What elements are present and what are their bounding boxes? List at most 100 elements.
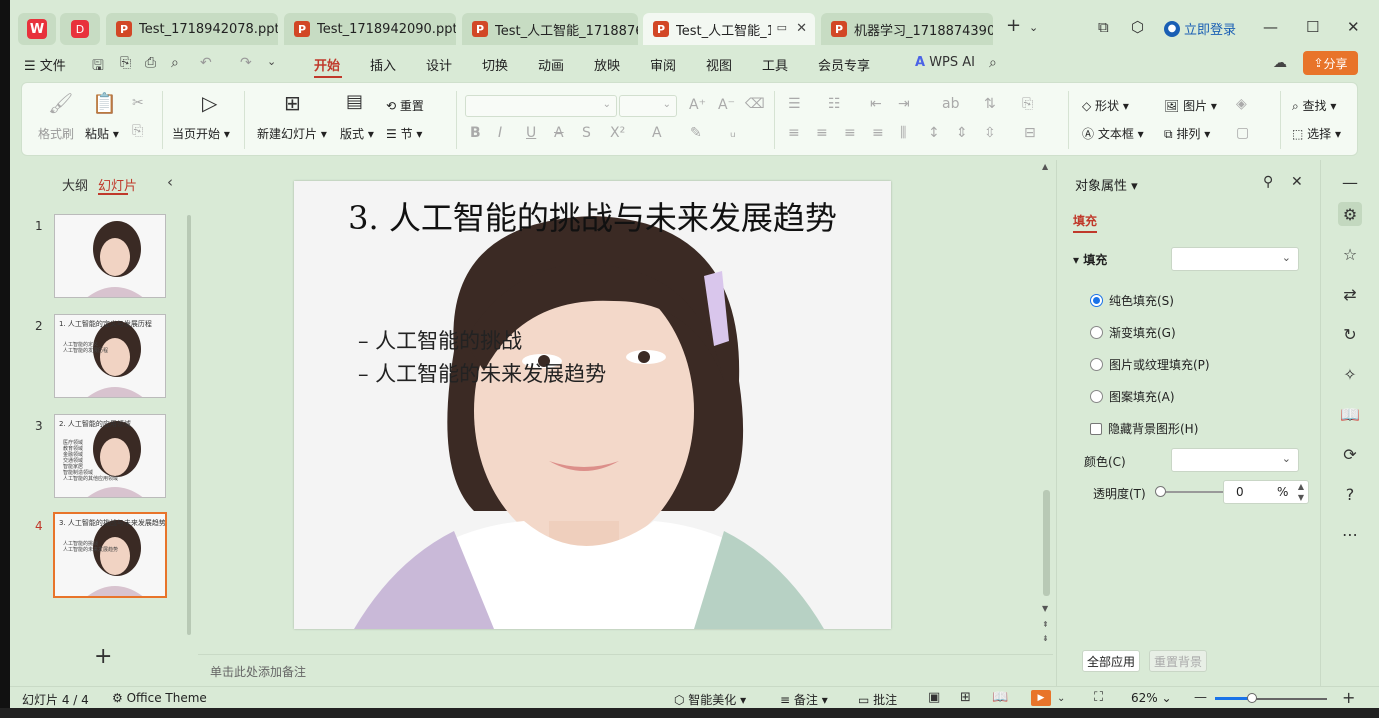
properties-sliders-icon[interactable]: ⚙ <box>1338 202 1362 226</box>
fill-type-select[interactable]: ⌄ <box>1171 247 1299 271</box>
normal-view-icon[interactable]: ▣ <box>928 690 940 705</box>
line-spacing-icon[interactable]: ↕ <box>928 125 940 141</box>
minimize-icon[interactable]: — <box>1263 18 1278 36</box>
slide-bullet-list[interactable]: – 人工智能的挑战 – 人工智能的未来发展趋势 <box>358 325 606 391</box>
slide-thumbnail[interactable] <box>54 214 166 298</box>
align-left-icon[interactable]: ≡ <box>788 125 800 141</box>
scroll-up-arrow-icon[interactable]: ▲ <box>1042 162 1048 171</box>
menu-member[interactable]: 会员专享 <box>818 55 870 74</box>
previous-slide-icon[interactable]: ⇞ <box>1042 620 1049 629</box>
arrange-button[interactable]: ⧉ 排列 ▾ <box>1164 125 1210 142</box>
zoom-out-icon[interactable]: — <box>1194 690 1207 705</box>
transparency-slider-knob[interactable] <box>1155 486 1166 497</box>
slide-title[interactable]: 3. 人工智能的挑战与未来发展趋势 <box>294 195 891 241</box>
select-button[interactable]: ⬚ 选择 ▾ <box>1292 125 1341 142</box>
scroll-down-arrow-icon[interactable]: ▼ <box>1042 604 1048 613</box>
spinner-arrows-icon[interactable]: ▲ ▼ <box>1298 481 1304 503</box>
find-button[interactable]: ⌕ 查找 ▾ <box>1292 97 1336 114</box>
columns-icon[interactable]: ⇳ <box>984 125 996 141</box>
quick-access-chevron-icon[interactable]: ⌄ <box>267 55 276 68</box>
text-direction-icon[interactable]: ab <box>942 96 959 112</box>
more-options-icon[interactable]: ⋯ <box>1338 522 1362 546</box>
notes-button[interactable]: ≡ 备注 ▾ <box>780 691 828 708</box>
play-from-current-button[interactable]: 当页开始 ▾ <box>172 125 230 142</box>
textbox-button[interactable]: Ⓐ 文本框 ▾ <box>1082 125 1144 142</box>
decrease-indent-icon[interactable]: ⇤ <box>870 96 882 112</box>
next-slide-icon[interactable]: ⇟ <box>1042 634 1049 643</box>
superscript-icon[interactable]: X² <box>610 125 625 141</box>
increase-font-icon[interactable]: A⁺ <box>689 97 706 113</box>
document-tab[interactable]: P Test_1718942090.pptx <box>284 13 456 45</box>
theme-button[interactable]: ⚙ Office Theme <box>112 691 207 705</box>
window-layout-icon[interactable]: ⧉ <box>1098 18 1109 36</box>
document-tab-active[interactable]: P Test_人工智能_17 ▭ ✕ <box>643 13 815 45</box>
help-icon[interactable]: ? <box>1338 482 1362 506</box>
bold-icon[interactable]: B <box>470 125 481 141</box>
highlight-icon[interactable]: ✎ <box>690 125 702 141</box>
distributed-icon[interactable]: ⫼ <box>900 125 906 141</box>
color-select[interactable]: ⌄ <box>1171 448 1299 472</box>
login-button[interactable]: ● 立即登录 <box>1164 19 1236 38</box>
wps-ai-button[interactable]: A WPS AI <box>915 55 975 70</box>
underline-icon[interactable]: U <box>526 125 536 141</box>
export-icon[interactable]: ⎘ <box>120 55 131 71</box>
reset-background-button[interactable]: 重置背景 <box>1149 650 1207 672</box>
document-tab[interactable]: P Test_人工智能_17188769 <box>462 13 638 45</box>
cut-icon[interactable]: ✂ <box>132 95 144 111</box>
text-align-box-icon[interactable]: ⊟ <box>1024 125 1036 141</box>
align-center-icon[interactable]: ≡ <box>816 125 828 141</box>
file-menu[interactable]: ☰ 文件 <box>24 55 66 74</box>
zoom-in-icon[interactable]: + <box>1342 688 1355 707</box>
maximize-icon[interactable]: ☐ <box>1306 18 1319 36</box>
fill-section-header[interactable]: ▾ 填充 <box>1073 251 1107 268</box>
format-painter-button[interactable]: 格式刷 <box>38 125 74 142</box>
hide-background-checkbox[interactable]: 隐藏背景图形(H) <box>1090 420 1198 437</box>
monitor-icon[interactable]: ▭ <box>777 21 787 34</box>
zoom-level-dropdown[interactable]: 62% ⌄ <box>1131 691 1172 705</box>
outline-tab[interactable]: 大纲 <box>62 175 88 194</box>
fill-tab[interactable]: 填充 <box>1073 212 1097 229</box>
properties-title-dropdown[interactable]: 对象属性 ▾ <box>1075 175 1138 194</box>
document-tab[interactable]: P Test_1718942078.pptx <box>106 13 278 45</box>
font-size-select[interactable]: ⌄ <box>619 95 677 117</box>
backup-icon[interactable]: ⟳ <box>1338 442 1362 466</box>
section-button[interactable]: ☰ 节 ▾ <box>386 125 422 142</box>
wps-logo-button[interactable]: W <box>18 13 56 45</box>
font-color-icon[interactable]: A <box>652 125 662 141</box>
strikethrough-icon[interactable]: A <box>554 125 564 141</box>
close-window-icon[interactable]: ✕ <box>1347 18 1360 36</box>
zoom-slider-knob[interactable] <box>1247 693 1257 703</box>
convert-icon[interactable]: ⎘ <box>1022 96 1033 112</box>
convert-icon[interactable]: ⇄ <box>1338 282 1362 306</box>
refresh-icon[interactable]: ↻ <box>1338 322 1362 346</box>
menu-tools[interactable]: 工具 <box>762 55 788 74</box>
book-icon[interactable]: 📖 <box>1338 402 1362 426</box>
slide-thumbnail[interactable]: 2. 人工智能的应用领域 医疗领域 教育领域 金融领域 交通领域 智能家居 智能… <box>54 414 166 498</box>
fit-to-window-icon[interactable]: ⛶ <box>1094 690 1103 705</box>
add-slide-plus-icon[interactable]: + <box>94 644 112 669</box>
paragraph-spacing-icon[interactable]: ⇕ <box>956 125 968 141</box>
menu-home[interactable]: 开始 <box>314 55 340 74</box>
slides-tab[interactable]: 幻灯片 <box>98 175 137 194</box>
current-slide[interactable]: 3. 人工智能的挑战与未来发展趋势 – 人工智能的挑战 – 人工智能的未来发展趋… <box>294 181 891 629</box>
document-tab[interactable]: P 机器学习_1718874390.p <box>821 13 993 45</box>
slides-pane-scrollbar[interactable] <box>187 215 191 635</box>
reading-view-icon[interactable]: 📖 <box>992 690 1008 705</box>
solid-fill-radio[interactable]: 纯色填充(S) <box>1090 292 1174 309</box>
layout-button[interactable]: 版式 ▾ <box>340 125 374 142</box>
bullets-icon[interactable]: ☰ <box>788 96 801 112</box>
close-pane-icon[interactable]: ✕ <box>1291 174 1303 190</box>
clear-format-icon[interactable]: ⌫ <box>745 96 765 112</box>
search-icon[interactable]: ⌕ <box>989 55 997 71</box>
pattern-fill-radio[interactable]: 图案填充(A) <box>1090 388 1175 405</box>
phonetic-icon[interactable]: ᵤ <box>730 125 736 141</box>
undo-icon[interactable]: ↶ <box>200 55 212 71</box>
print-icon[interactable]: ⎙ <box>145 55 156 71</box>
collapse-pane-icon[interactable]: ‹ <box>167 173 173 191</box>
magic-tools-icon[interactable]: ✧ <box>1338 362 1362 386</box>
docer-tab[interactable]: D <box>60 13 100 45</box>
save-icon[interactable]: 🖫 <box>92 55 104 79</box>
slide-thumbnail-active[interactable]: 3. 人工智能的挑战与未来发展趋势 人工智能的挑战 人工智能的未来发展趋势 <box>53 512 167 598</box>
menu-review[interactable]: 审阅 <box>650 55 676 74</box>
share-button[interactable]: ⇪ 分享 <box>1303 51 1358 75</box>
